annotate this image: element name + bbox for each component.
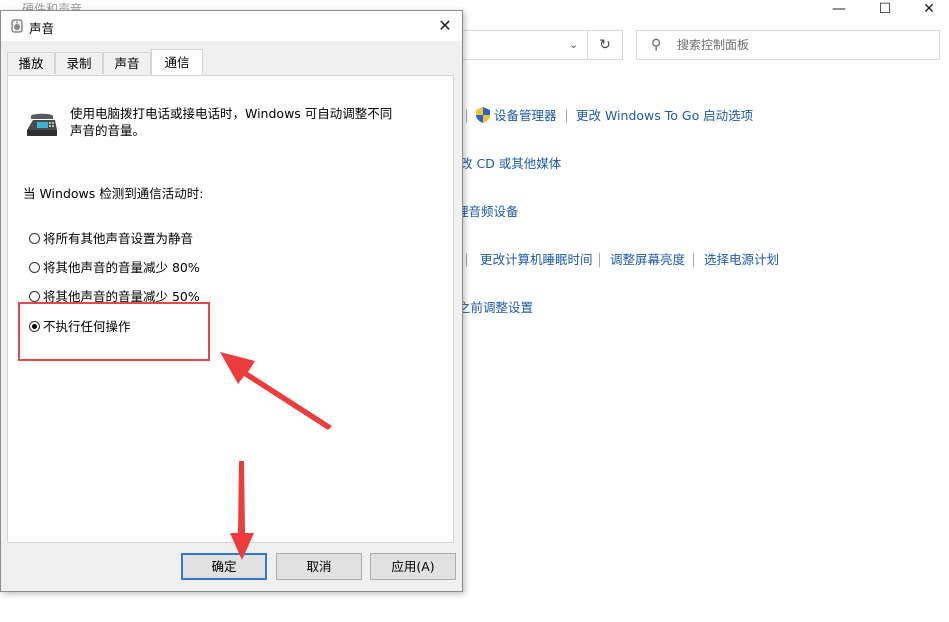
tab-playback[interactable]: 播放	[7, 52, 55, 74]
cancel-button[interactable]: 取消	[276, 553, 362, 580]
dialog-title: 声音	[29, 21, 55, 36]
ok-button[interactable]: 确定	[181, 553, 267, 580]
link-audio-devices[interactable]: 理音频设备	[456, 204, 519, 220]
link-sleep-time[interactable]: 更改计算机睡眠时间	[480, 252, 593, 268]
telephone-icon	[27, 113, 57, 136]
divider	[466, 253, 467, 267]
annotation-highlight-box	[18, 302, 210, 361]
tab-sounds[interactable]: 声音	[103, 52, 151, 74]
link-adjust-settings[interactable]: 之前调整设置	[458, 300, 533, 316]
radio-button[interactable]	[29, 291, 40, 302]
tab-recording[interactable]: 录制	[55, 52, 103, 74]
address-bar[interactable]: ⌄ ↻	[463, 30, 623, 60]
divider	[566, 109, 567, 123]
divider	[466, 109, 467, 123]
link-brightness[interactable]: 调整屏幕亮度	[610, 252, 685, 268]
option-mute-all[interactable]: 将所有其他声音设置为静音	[29, 231, 193, 247]
minimize-button[interactable]: —	[816, 0, 862, 20]
speaker-icon	[11, 19, 23, 33]
search-input[interactable]: ⚲ 搜索控制面板	[636, 30, 940, 60]
chevron-down-icon[interactable]: ⌄	[569, 38, 578, 51]
link-device-manager[interactable]: 设备管理器	[494, 108, 557, 124]
description-text: 使用电脑拨打电话或接电话时，Windows 可自动调整不同声音的音量。	[70, 106, 393, 138]
option-reduce-80[interactable]: 将其他声音的音量减少 80%	[29, 260, 200, 276]
radio-button[interactable]	[29, 262, 40, 273]
sound-dialog: 声音 ✕ 播放 录制 声音 通信 使用电脑拨打电话或接电话时，Windows 可…	[0, 10, 463, 592]
tab-communications[interactable]: 通信	[151, 49, 203, 75]
link-cd-media[interactable]: 改 CD 或其他媒体	[460, 156, 561, 172]
option-label: 将其他声音的音量减少 80%	[43, 260, 200, 275]
close-icon[interactable]: ✕	[433, 14, 457, 38]
shield-icon	[476, 107, 490, 123]
divider	[693, 253, 694, 267]
divider	[599, 253, 600, 267]
when-detected-label: 当 Windows 检测到通信活动时:	[23, 186, 204, 201]
dialog-titlebar[interactable]: 声音 ✕	[1, 11, 462, 41]
close-window-button[interactable]: ✕	[906, 0, 949, 20]
search-icon: ⚲	[651, 37, 662, 53]
link-windows-to-go[interactable]: 更改 Windows To Go 启动选项	[576, 108, 753, 124]
radio-button[interactable]	[29, 233, 40, 244]
refresh-icon[interactable]: ↻	[587, 31, 622, 59]
apply-button[interactable]: 应用(A)	[370, 553, 456, 580]
option-label: 将所有其他声音设置为静音	[43, 231, 194, 246]
maximize-button[interactable]: ☐	[862, 0, 908, 20]
search-placeholder: 搜索控制面板	[677, 38, 750, 52]
link-power-plan[interactable]: 选择电源计划	[704, 252, 779, 268]
